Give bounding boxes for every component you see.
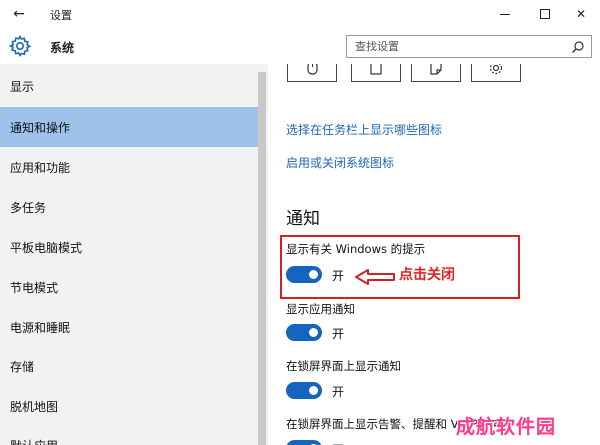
sidebar-item-label: 脱机地图 (10, 399, 59, 414)
mouse-icon (307, 64, 318, 75)
sidebar-item-power-sleep[interactable]: 电源和睡眠 (0, 307, 258, 347)
search-box[interactable] (346, 35, 592, 58)
page-title: 系统 (50, 41, 75, 55)
toggle-state-label: 开 (332, 441, 344, 445)
close-icon: ✕ (575, 7, 587, 21)
minimize-button[interactable] (490, 4, 520, 24)
sidebar-item-label: 显示 (10, 79, 35, 94)
sidebar: 显示 通知和操作 应用和功能 多任务 平板电脑模式 节电模式 电源和睡眠 存储 … (0, 64, 268, 445)
toggle-knob (309, 386, 318, 395)
sidebar-item-offline-maps[interactable]: 脱机地图 (0, 386, 258, 426)
sidebar-item-label: 电源和睡眠 (10, 320, 71, 335)
notifications-heading: 通知 (286, 209, 320, 229)
main-scrollbar[interactable] (592, 64, 600, 445)
sidebar-item-apps[interactable]: 应用和功能 (0, 147, 258, 187)
app-notifications-toggle[interactable] (286, 324, 322, 341)
lockscreen-alarms-toggle[interactable] (286, 440, 322, 445)
sidebar-item-display[interactable]: 显示 (0, 66, 258, 106)
sidebar-item-storage[interactable]: 存储 (0, 346, 258, 386)
sidebar-item-notifications[interactable]: 通知和操作 (0, 107, 258, 147)
sidebar-scrollbar[interactable] (258, 72, 266, 445)
option-label: 在锁屏界面上显示通知 (286, 359, 401, 373)
back-button[interactable]: ← (8, 4, 30, 24)
sidebar-item-label: 节电模式 (10, 280, 59, 295)
search-icon[interactable] (571, 40, 585, 54)
window-title: 设置 (50, 9, 72, 22)
minimize-icon (500, 13, 510, 15)
annotation-text: 点击关闭 (399, 267, 455, 283)
sidebar-item-label: 多任务 (10, 200, 47, 215)
main-content: 选择在任务栏上显示哪些图标 启用或关闭系统图标 通知 显示有关 Windows … (268, 64, 600, 445)
toggle-state-label: 开 (332, 327, 345, 341)
gear-icon (489, 64, 503, 75)
note-icon (430, 64, 442, 75)
sidebar-item-label: 应用和功能 (10, 160, 71, 175)
sidebar-item-label: 平板电脑模式 (10, 240, 83, 255)
toggle-knob (309, 328, 318, 337)
back-arrow-icon: ← (13, 6, 25, 22)
quick-action-tile-1[interactable] (287, 64, 337, 82)
quick-action-tile-4[interactable] (471, 64, 521, 82)
sidebar-item-label: 默认应用 (10, 437, 58, 445)
quick-action-tile-3[interactable] (411, 64, 461, 82)
lockscreen-notifications-toggle[interactable] (286, 382, 322, 399)
page-header: 系统 (0, 28, 600, 64)
sidebar-item-label: 存储 (10, 359, 35, 374)
title-bar: ← 设置 ✕ (0, 0, 600, 28)
maximize-button[interactable] (530, 4, 560, 24)
close-button[interactable]: ✕ (566, 4, 596, 24)
sidebar-item-default-apps[interactable]: 默认应用 (0, 425, 258, 445)
search-input[interactable] (347, 36, 557, 57)
sidebar-item-battery-saver[interactable]: 节电模式 (0, 267, 258, 307)
system-icons-link[interactable]: 启用或关闭系统图标 (286, 154, 394, 171)
option-label: 显示应用通知 (286, 302, 355, 316)
sidebar-item-multitasking[interactable]: 多任务 (0, 187, 258, 227)
quick-action-tile-2[interactable] (351, 64, 401, 82)
watermark: 成航软件园 (456, 416, 557, 438)
sidebar-item-label: 通知和操作 (10, 120, 71, 135)
sidebar-item-tablet-mode[interactable]: 平板电脑模式 (0, 227, 258, 267)
gear-icon (8, 34, 32, 58)
arrow-left-icon (355, 269, 395, 285)
clipboard-icon (370, 64, 382, 75)
maximize-icon (540, 9, 550, 19)
toggle-state-label: 开 (332, 385, 345, 399)
taskbar-icons-link[interactable]: 选择在任务栏上显示哪些图标 (286, 121, 442, 138)
